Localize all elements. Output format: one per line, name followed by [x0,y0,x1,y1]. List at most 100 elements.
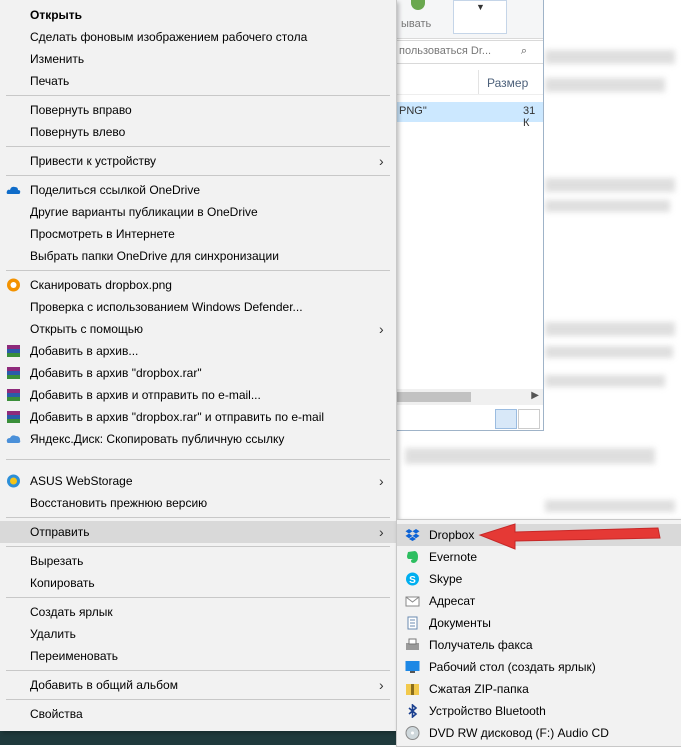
menu-item-print[interactable]: Печать [0,70,396,92]
menu-item-label: Открыть с помощью [30,322,144,336]
evernote-icon [407,551,418,563]
menu-item-windows-defender[interactable]: Проверка с использованием Windows Defend… [0,296,396,318]
menu-separator [6,517,390,518]
menu-item-rotate-right[interactable]: Повернуть вправо [0,99,396,121]
horizontal-scrollbar[interactable]: ▶ [381,389,543,405]
dvd-drive-icon [405,726,420,740]
status-bar [381,406,543,430]
submenu-item-label: Evernote [429,550,478,564]
menu-item-create-shortcut[interactable]: Создать ярлык [0,601,396,623]
details-view-button[interactable] [495,409,517,429]
menu-item-rotate-left[interactable]: Повернуть влево [0,121,396,143]
submenu-item-skype[interactable]: S Skype [397,568,681,590]
submenu-item-dropbox[interactable]: Dropbox [397,524,681,546]
menu-item-label: Добавить в архив "dropbox.rar" и отправи… [30,410,325,424]
scroll-right-icon[interactable]: ▶ [531,390,539,401]
submenu-item-label: Устройство Bluetooth [429,704,546,718]
submenu-item-documents[interactable]: Документы [397,612,681,634]
submenu-arrow-icon: › [379,153,384,169]
menu-item-onedrive-more[interactable]: Другие варианты публикации в OneDrive [0,201,396,223]
menu-separator [6,546,390,547]
menu-item-label: Проверка с использованием Windows Defend… [30,300,303,314]
menu-item-add-to-shared-album[interactable]: Добавить в общий альбом › [0,674,396,696]
search-input[interactable]: пользоваться Dr... ⌕ [381,40,543,64]
menu-item-open[interactable]: Открыть [0,4,396,26]
menu-item-label: Добавить в архив "dropbox.rar" [30,366,202,380]
winrar-icon [7,345,20,357]
submenu-item-fax-recipient[interactable]: Получатель факса [397,634,681,656]
menu-item-cast-to-device[interactable]: Привести к устройству › [0,150,396,172]
submenu-item-evernote[interactable]: Evernote [397,546,681,568]
submenu-item-dvd-drive[interactable]: DVD RW дисковод (F:) Audio CD [397,722,681,744]
menu-item-cut[interactable]: Вырезать [0,550,396,572]
submenu-item-label: Сжатая ZIP-папка [429,682,529,696]
menu-item-open-with[interactable]: Открыть с помощью › [0,318,396,340]
zip-folder-icon [406,684,419,695]
submenu-item-label: Рабочий стол (создать ярлык) [429,660,596,674]
menu-item-label: ASUS WebStorage [30,474,133,488]
menu-item-edit[interactable]: Изменить [0,48,396,70]
submenu-arrow-icon: › [379,524,384,540]
menu-item-label: Просмотреть в Интернете [30,227,175,241]
menu-item-asus-webstorage[interactable]: ASUS WebStorage › [0,470,396,492]
menu-separator [6,146,390,147]
menu-item-label: Добавить в архив и отправить по e-mail..… [30,388,261,402]
file-size: 31 К [523,105,536,129]
submenu-item-zip-folder[interactable]: Сжатая ZIP-папка [397,678,681,700]
menu-item-label: Восстановить прежнюю версию [30,496,208,510]
explorer-ribbon: ывать ▼ [381,0,543,39]
menu-item-label: Повернуть влево [30,125,126,139]
menu-item-send-to[interactable]: Отправить › [0,521,396,543]
menu-item-view-online[interactable]: Просмотреть в Интернете [0,223,396,245]
bluetooth-icon [408,704,418,718]
asus-webstorage-icon [7,474,20,488]
menu-item-archive-and-email[interactable]: Добавить в архив и отправить по e-mail..… [0,384,396,406]
menu-item-label: Открыть [30,8,83,22]
menu-item-set-wallpaper[interactable]: Сделать фоновым изображением рабочего ст… [0,26,396,48]
menu-separator [6,95,390,96]
file-row-selected[interactable]: PNG" 31 К [381,102,543,129]
menu-item-label: Добавить в общий альбом [30,678,178,692]
column-header-size[interactable]: Размер [487,76,528,90]
menu-item-yandex-disk-link[interactable]: Яндекс.Диск: Скопировать публичную ссылк… [0,428,396,450]
large-icons-view-button[interactable] [518,409,540,429]
menu-item-label: Выбрать папки OneDrive для синхронизации [30,249,279,263]
menu-item-scan-avast[interactable]: Сканировать dropbox.png [0,274,396,296]
submenu-arrow-icon: › [379,321,384,337]
menu-item-label: Создать ярлык [30,605,113,619]
winrar-icon [7,411,20,423]
ribbon-label: ывать [401,18,432,30]
menu-item-add-to-dropbox-rar[interactable]: Добавить в архив "dropbox.rar" [0,362,396,384]
ribbon-dropdown-button[interactable]: ▼ [453,0,507,34]
menu-item-label: Сделать фоновым изображением рабочего ст… [30,30,308,44]
chevron-down-icon: ▼ [476,2,485,12]
menu-item-rename[interactable]: Переименовать [0,645,396,667]
menu-item-delete[interactable]: Удалить [0,623,396,645]
menu-item-onedrive-sync-folders[interactable]: Выбрать папки OneDrive для синхронизации [0,245,396,267]
column-divider [478,70,479,94]
menu-item-label: Отправить [30,525,90,539]
menu-item-restore-previous-version[interactable]: Восстановить прежнюю версию [0,492,396,514]
menu-separator [6,175,390,176]
menu-item-copy[interactable]: Копировать [0,572,396,594]
menu-item-dropbox-rar-and-email[interactable]: Добавить в архив "dropbox.rar" и отправи… [0,406,396,428]
file-name: PNG" [399,105,427,117]
menu-separator [6,699,390,700]
submenu-item-bluetooth[interactable]: Устройство Bluetooth [397,700,681,722]
column-header-row: Размер [381,70,543,95]
onedrive-icon [6,186,21,194]
submenu-item-mail-recipient[interactable]: Адресат [397,590,681,612]
documents-icon [407,616,418,630]
menu-item-add-to-archive[interactable]: Добавить в архив... [0,340,396,362]
avast-icon [7,278,20,292]
menu-item-label: Другие варианты публикации в OneDrive [30,205,258,219]
menu-item-onedrive-share[interactable]: Поделиться ссылкой OneDrive [0,179,396,201]
submenu-item-label: Адресат [429,594,476,608]
submenu-item-desktop-shortcut[interactable]: Рабочий стол (создать ярлык) [397,656,681,678]
ribbon-image-icon [411,0,425,10]
mail-recipient-icon [405,596,420,607]
menu-item-properties[interactable]: Свойства [0,703,396,725]
menu-item-label: Печать [30,74,70,88]
file-explorer-window: ывать ▼ пользоваться Dr... ⌕ Размер PNG"… [380,0,544,431]
menu-item-label: Удалить [30,627,76,641]
